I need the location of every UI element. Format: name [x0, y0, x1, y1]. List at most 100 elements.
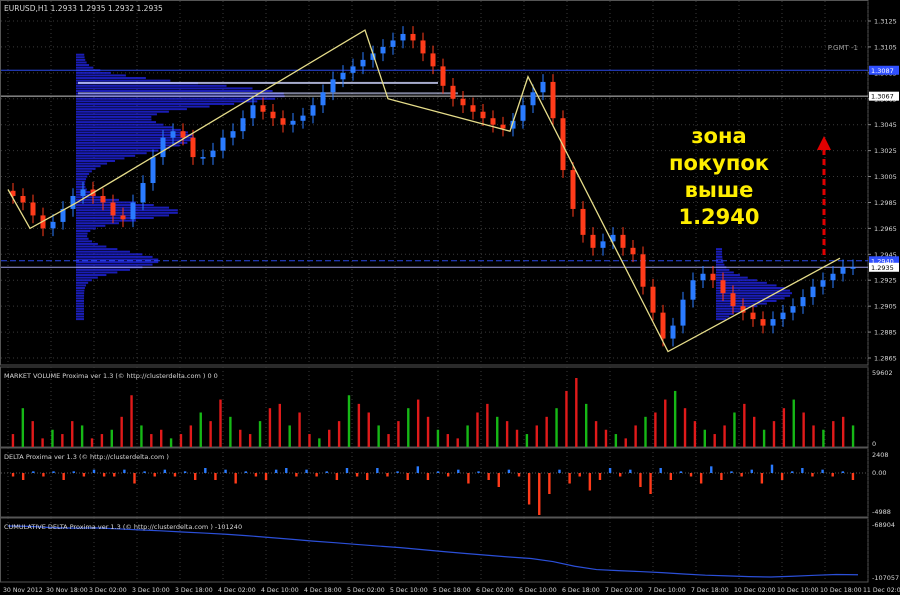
profile-bar	[76, 274, 107, 277]
delta-bar	[457, 469, 460, 473]
time-axis-label: 4 Dec 10:00	[261, 587, 299, 594]
profile-bar	[76, 232, 88, 235]
profile-bar	[76, 276, 98, 279]
profile-bar	[76, 242, 98, 245]
delta-bar	[123, 469, 126, 473]
volume-bar	[832, 421, 835, 447]
profile-bar	[76, 250, 130, 253]
time-axis-label: 4 Dec 18:00	[304, 587, 342, 594]
profile-bar	[76, 100, 258, 103]
delta-bar	[82, 473, 86, 477]
profile-bar	[76, 139, 193, 142]
profile-bar	[76, 66, 94, 69]
profile-bar	[76, 224, 106, 227]
candle-body	[110, 202, 116, 216]
candle-body	[700, 273, 706, 281]
volume-bar	[31, 421, 34, 447]
profile-bar	[716, 268, 730, 271]
volume-bar	[298, 412, 301, 447]
volume-bar	[703, 429, 707, 447]
delta-bar	[507, 469, 511, 473]
profile-bar	[76, 172, 90, 175]
delta-bar	[791, 471, 794, 473]
delta-bar	[831, 473, 834, 477]
volume-bar	[693, 421, 697, 447]
profile-bar	[76, 297, 85, 300]
volume-bar	[189, 425, 193, 447]
volume-bar	[594, 421, 598, 447]
candle-body	[20, 195, 26, 203]
delta-bar	[325, 471, 328, 473]
price-badge-label: 1.3087	[871, 67, 894, 75]
candle-body	[410, 33, 416, 41]
delta-bar	[750, 469, 753, 473]
profile-bar	[716, 261, 724, 264]
price-tick-label: 1.3125	[874, 18, 897, 26]
volume-bar	[713, 434, 716, 447]
volume-bar	[387, 434, 390, 447]
candle-body	[580, 208, 586, 235]
volume-bar	[377, 425, 380, 447]
volume-bar	[268, 408, 272, 447]
volume-bar	[525, 434, 529, 447]
profile-bar	[76, 253, 143, 256]
candle-body	[590, 234, 596, 248]
price-tick-label: 1.2905	[874, 303, 897, 311]
delta-bar	[467, 473, 470, 484]
candle-body	[540, 81, 546, 93]
delta-bar	[305, 469, 308, 473]
profile-bar	[716, 310, 740, 313]
profile-bar	[76, 307, 85, 310]
time-axis-label: 6 Dec 18:00	[562, 587, 600, 594]
volume-bar	[21, 408, 25, 447]
delta-bar	[143, 471, 146, 473]
delta-bar	[234, 473, 237, 484]
candle-body	[30, 202, 36, 216]
delta-bar	[821, 469, 824, 473]
delta-bar	[851, 473, 855, 480]
annotation-line-3: выше	[685, 178, 754, 202]
time-axis-label: 5 Dec 10:00	[390, 587, 428, 594]
time-axis-label: 3 Dec 02:00	[89, 587, 127, 594]
time-axis-label: 30 Nov 2012	[3, 587, 43, 594]
profile-bar	[76, 108, 187, 111]
profile-bar	[716, 248, 723, 251]
delta-bar	[679, 471, 683, 473]
volume-bar	[150, 434, 153, 447]
volume-bar	[614, 434, 618, 447]
profile-bar	[76, 128, 181, 131]
volume-bar	[733, 412, 736, 447]
delta-bar	[517, 473, 521, 477]
candle-body	[220, 137, 226, 151]
delta-bar	[416, 466, 420, 473]
candle-body	[660, 312, 666, 339]
profile-bar	[76, 261, 159, 264]
profile-bar	[716, 287, 785, 290]
profile-bar	[76, 235, 88, 238]
profile-bar	[76, 237, 89, 240]
candle-body	[450, 85, 456, 99]
profile-bar	[76, 201, 136, 204]
profile-bar	[76, 263, 153, 266]
delta-bar	[841, 471, 845, 473]
profile-bar	[76, 165, 101, 168]
candle-body	[140, 183, 146, 203]
price-tick-label: 1.2965	[874, 225, 897, 233]
profile-bar	[76, 217, 154, 220]
delta-bar	[558, 469, 561, 473]
profile-bar	[716, 271, 734, 274]
volume-bar	[535, 425, 538, 447]
volume-bar	[318, 438, 321, 447]
delta-bar	[538, 473, 541, 515]
volume-bar	[446, 434, 450, 447]
volume-bar	[367, 412, 370, 447]
profile-poc-line	[78, 92, 458, 95]
cumdelta-label: CUMULATIVE DELTA Proxima ver 1.3 (© http…	[4, 523, 242, 531]
volume-bar	[209, 421, 212, 447]
time-axis: 30 Nov 2012 30 Nov 18:00 3 Dec 02:00 3 Dec …	[3, 587, 900, 594]
profile-bar	[76, 87, 253, 90]
volume-bar	[100, 434, 104, 447]
volume-bar	[634, 425, 637, 447]
candle-body	[500, 124, 506, 129]
delta-bar	[133, 473, 136, 484]
